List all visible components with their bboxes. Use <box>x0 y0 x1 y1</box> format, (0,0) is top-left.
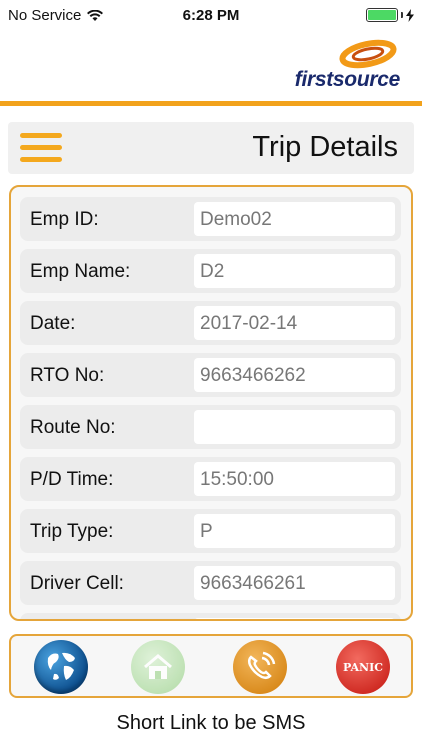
globe-continents-icon <box>47 652 75 680</box>
date-field[interactable]: 2017-02-14 <box>194 306 395 340</box>
rto-no-field[interactable]: 9663466262 <box>194 358 395 392</box>
trip-type-label: Trip Type: <box>30 521 114 542</box>
emp-name-label: Emp Name: <box>30 261 131 282</box>
header-divider <box>0 101 422 106</box>
page-title: Trip Details <box>252 131 398 163</box>
battery-icon <box>366 8 414 22</box>
date-label: Date: <box>30 313 76 334</box>
house-icon <box>144 654 172 679</box>
emp-id-label: Emp ID: <box>30 209 99 230</box>
emp-id-field[interactable]: Demo02 <box>194 202 395 236</box>
detail-row-emp-id: Emp ID: Demo02 <box>20 197 401 241</box>
partial-row-field[interactable] <box>194 618 395 619</box>
battery-level-fill <box>368 10 396 20</box>
detail-row-pd-time: P/D Time: 15:50:00 <box>20 457 401 501</box>
title-bar: Trip Details <box>8 122 414 174</box>
driver-cell-label: Driver Cell: <box>30 573 124 594</box>
pd-time-label: P/D Time: <box>30 469 114 490</box>
logo-text: firstsource <box>294 68 401 91</box>
short-link-sms[interactable]: Short Link to be SMS <box>0 712 422 735</box>
rto-no-label: RTO No: <box>30 365 105 386</box>
detail-row-emp-name: Emp Name: D2 <box>20 249 401 293</box>
detail-row-route-no: Route No: <box>20 405 401 449</box>
phone-icon <box>247 651 276 680</box>
pd-time-field[interactable]: 15:50:00 <box>194 462 395 496</box>
firstsource-logo: firstsource <box>270 38 400 96</box>
hamburger-menu-icon[interactable] <box>20 133 62 163</box>
brand-header: firstsource <box>0 32 422 102</box>
globe-icon[interactable] <box>34 640 88 694</box>
route-no-label: Route No: <box>30 417 116 438</box>
bottom-nav: PANIC <box>9 634 413 698</box>
detail-row-trip-type: Trip Type: P <box>20 509 401 553</box>
driver-cell-field[interactable]: 9663466261 <box>194 566 395 600</box>
emp-name-field[interactable]: D2 <box>194 254 395 288</box>
detail-row-driver-cell: Driver Cell: 9663466261 <box>20 561 401 605</box>
status-bar: No Service 6:28 PM <box>0 0 422 32</box>
detail-row-date: Date: 2017-02-14 <box>20 301 401 345</box>
route-no-field[interactable] <box>194 410 395 444</box>
home-icon[interactable] <box>131 640 185 694</box>
detail-row-partial <box>20 613 401 619</box>
clock: 6:28 PM <box>182 7 240 24</box>
detail-row-rto-no: RTO No: 9663466262 <box>20 353 401 397</box>
charging-icon <box>406 8 414 22</box>
phone-call-icon[interactable] <box>233 640 287 694</box>
panic-button[interactable]: PANIC <box>336 640 390 694</box>
trip-type-field[interactable]: P <box>194 514 395 548</box>
trip-details-panel[interactable]: Emp ID: Demo02 Emp Name: D2 Date: 2017-0… <box>9 185 413 621</box>
